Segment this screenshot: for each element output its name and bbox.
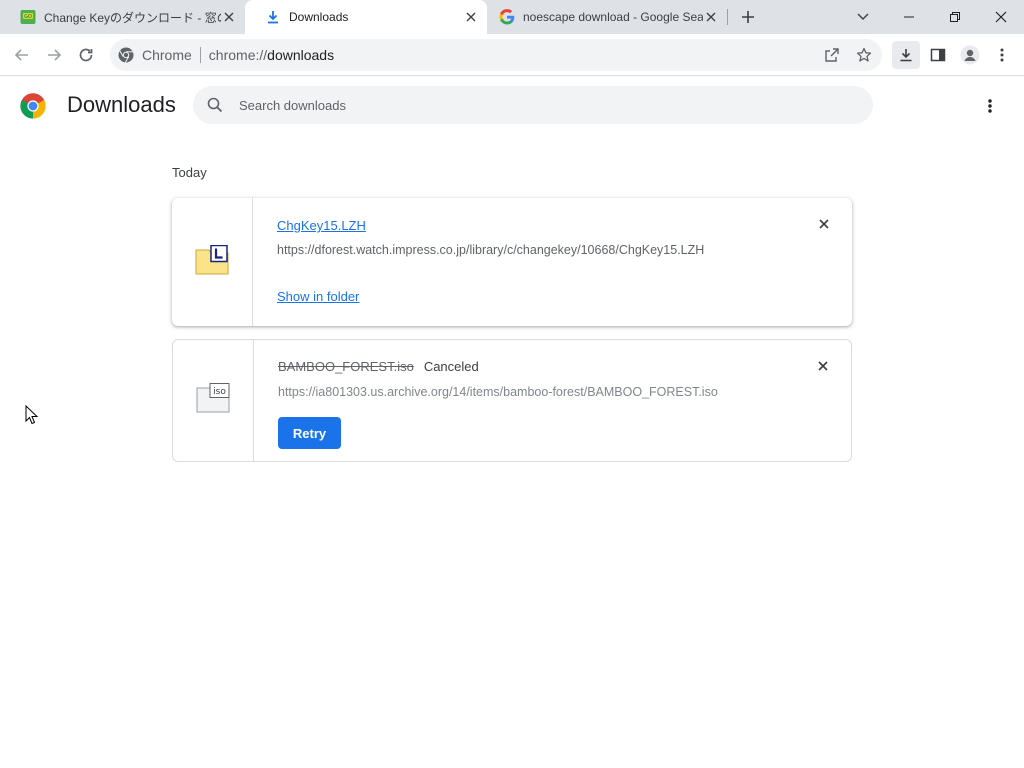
download-status: Canceled — [423, 359, 479, 374]
file-icon-column — [172, 198, 253, 326]
chrome-logo-icon — [20, 93, 46, 119]
file-name-link[interactable]: ChgKey15.LZH — [277, 218, 366, 233]
address-bar[interactable]: Chrome chrome://downloads — [110, 39, 882, 71]
file-icon-column: iso — [173, 340, 254, 461]
file-source-url: https://dforest.watch.impress.co.jp/libr… — [277, 243, 705, 257]
search-input[interactable] — [239, 97, 839, 113]
url-host: downloads — [267, 47, 335, 63]
downloads-header: Downloads — [0, 77, 1024, 133]
tab-downloads[interactable]: Downloads — [245, 0, 487, 34]
browser-toolbar: Chrome chrome://downloads — [0, 34, 1024, 76]
more-actions-button[interactable] — [978, 94, 1002, 118]
close-window-button[interactable] — [978, 0, 1024, 34]
site-info[interactable]: Chrome — [110, 47, 192, 63]
search-icon — [205, 95, 225, 115]
tab-search-button[interactable] — [840, 0, 886, 34]
tab-title: noescape download - Google Sea — [523, 10, 703, 24]
file-name-canceled: BAMBOO_FOREST.iso — [278, 359, 414, 374]
google-g-icon — [499, 9, 515, 25]
url-text[interactable]: chrome://downloads — [209, 47, 334, 63]
chrome-icon — [118, 47, 134, 63]
site-favicon-icon: GO — [20, 9, 36, 25]
site-label: Chrome — [142, 47, 192, 63]
tab-close-icon[interactable] — [463, 9, 479, 25]
remove-from-list-button[interactable] — [813, 356, 833, 376]
tab-change-key[interactable]: GO Change Keyのダウンロード - 窓の杜 — [0, 0, 245, 34]
omnibox-divider — [199, 47, 201, 63]
date-group-label: Today — [172, 165, 207, 180]
lzh-file-icon — [195, 244, 229, 280]
mouse-cursor-icon — [25, 404, 39, 425]
svg-text:GO: GO — [24, 14, 32, 20]
profile-avatar[interactable] — [956, 41, 984, 69]
url-scheme: chrome:// — [208, 47, 268, 63]
retry-button[interactable]: Retry — [278, 417, 341, 449]
back-button[interactable] — [8, 41, 36, 69]
svg-text:iso: iso — [213, 387, 226, 397]
tab-title: Change Keyのダウンロード - 窓の杜 — [44, 10, 221, 25]
page-title: Downloads — [67, 92, 176, 117]
remove-from-list-button[interactable] — [814, 214, 834, 234]
show-in-folder-link[interactable]: Show in folder — [277, 289, 359, 304]
tab-google-search[interactable]: noescape download - Google Sea — [479, 0, 727, 34]
search-downloads[interactable] — [193, 86, 873, 124]
downloads-toolbar-button[interactable] — [892, 41, 920, 69]
reload-button[interactable] — [72, 41, 100, 69]
forward-button[interactable] — [40, 41, 68, 69]
tab-title: Downloads — [289, 10, 349, 24]
omnibox-actions — [814, 41, 878, 69]
download-icon — [265, 9, 281, 25]
restore-button[interactable] — [932, 0, 978, 34]
minimize-button[interactable] — [886, 0, 932, 34]
bookmark-star-button[interactable] — [850, 41, 878, 69]
share-button[interactable] — [818, 41, 846, 69]
tab-strip: GO Change Keyのダウンロード - 窓の杜 Downloads noe… — [0, 0, 1024, 34]
chrome-menu-button[interactable] — [988, 41, 1016, 69]
tab-close-icon[interactable] — [221, 9, 237, 25]
download-item: iso BAMBOO_FOREST.iso Canceled https://ia… — [172, 339, 852, 462]
side-panel-button[interactable] — [924, 41, 952, 69]
download-item: ChgKey15.LZH https://dforest.watch.impre… — [172, 198, 852, 326]
new-tab-button[interactable] — [736, 5, 760, 29]
iso-file-icon: iso — [196, 383, 230, 418]
tab-separator — [727, 9, 728, 25]
tab-close-icon[interactable] — [703, 9, 719, 25]
file-source-url: https://ia801303.us.archive.org/14/items… — [278, 385, 718, 399]
